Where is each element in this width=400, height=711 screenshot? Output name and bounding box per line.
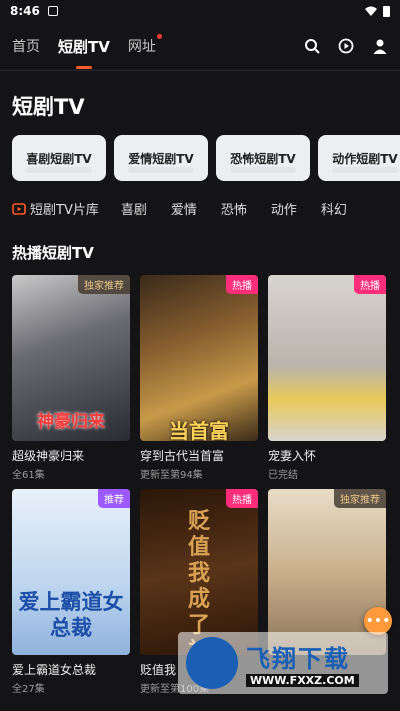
play-history-icon[interactable]: [338, 38, 354, 54]
category-library-label: 短剧TV片库: [30, 203, 99, 218]
badge: 推荐: [98, 489, 130, 508]
pill-action[interactable]: 动作短剧TV: [318, 135, 400, 181]
drama-card[interactable]: 热播 宠妻入怀 已完结: [268, 275, 386, 481]
tab-short-drama-tv[interactable]: 短剧TV: [58, 30, 110, 69]
card-episodes: 更新至第94集: [140, 470, 203, 481]
genre-pills: 喜剧短剧TV 爱情短剧TV 恐怖短剧TV 动作短剧TV: [0, 135, 400, 181]
watermark-text: 飞翔下载 WWW.FXXZ.COM: [246, 639, 359, 687]
wifi-icon: [365, 6, 377, 16]
card-title: 穿到古代当首富: [140, 449, 225, 463]
status-bar: 8:46: [0, 0, 400, 22]
card-title: 爱上霸道女总裁: [12, 663, 97, 677]
status-icons: [365, 5, 390, 17]
category-library[interactable]: 短剧TV片库: [12, 199, 99, 218]
watermark: 飞翔下载 WWW.FXXZ.COM: [178, 632, 388, 694]
drama-card[interactable]: 独家推荐 神豪归来 超级神豪归来 全61集: [12, 275, 130, 481]
page-title: 短剧TV: [12, 95, 85, 119]
poster-image: 推荐 爱上霸道女总裁: [12, 489, 130, 655]
card-title: 宠妻入怀: [268, 449, 317, 463]
status-time: 8:46: [10, 4, 40, 18]
card-episodes: 已完结: [268, 470, 298, 481]
poster-image: 热播 贬值我成了神豪: [140, 489, 258, 655]
poster-image: 热播 当首富: [140, 275, 258, 441]
battery-icon: [383, 6, 390, 17]
tab-websites-label: 网址: [127, 39, 156, 55]
tab-websites[interactable]: 网址: [127, 30, 162, 62]
hot-section-title: 热播短剧TV: [12, 244, 94, 262]
notification-icon: [47, 6, 58, 16]
card-title: 超级神豪归来: [12, 449, 85, 463]
tab-home[interactable]: 首页: [12, 30, 40, 62]
pill-comedy[interactable]: 喜剧短剧TV: [12, 135, 106, 181]
poster-title-art: 爱上霸道女总裁: [18, 590, 124, 640]
watermark-logo-icon: [186, 637, 238, 689]
drama-card[interactable]: 热播 当首富 穿到古代当首富 更新至第94集: [140, 275, 258, 481]
toolbar-icons: [304, 38, 388, 54]
user-icon[interactable]: [372, 38, 388, 54]
more-dots-icon: •••: [365, 613, 391, 629]
watermark-title: 飞翔下载: [246, 645, 350, 673]
search-icon[interactable]: [304, 38, 320, 54]
pill-horror[interactable]: 恐怖短剧TV: [216, 135, 310, 181]
card-episodes: 全27集: [12, 684, 45, 695]
category-bar: 短剧TV片库 喜剧 爱情 恐怖 动作 科幻: [0, 181, 400, 218]
poster-title-art: 神豪归来: [37, 412, 105, 432]
category-romance[interactable]: 爱情: [171, 199, 197, 218]
top-navigation: 首页 短剧TV 网址: [0, 22, 400, 70]
drama-card[interactable]: 推荐 爱上霸道女总裁 爱上霸道女总裁 全27集: [12, 489, 130, 695]
badge: 热播: [226, 489, 258, 508]
pill-romance[interactable]: 爱情短剧TV: [114, 135, 208, 181]
badge: 热播: [226, 275, 258, 294]
card-episodes: 全61集: [12, 470, 45, 481]
poster-image: 独家推荐 神豪归来: [12, 275, 130, 441]
poster-title-art: 当首富: [169, 419, 229, 441]
more-options-button[interactable]: •••: [364, 607, 392, 635]
category-scifi[interactable]: 科幻: [321, 199, 347, 218]
badge: 热播: [354, 275, 386, 294]
new-dot-icon: [156, 34, 162, 39]
watermark-url: WWW.FXXZ.COM: [246, 674, 359, 687]
category-comedy[interactable]: 喜剧: [121, 199, 147, 218]
badge: 独家推荐: [78, 275, 130, 294]
category-horror[interactable]: 恐怖: [221, 199, 247, 218]
category-action[interactable]: 动作: [271, 199, 297, 218]
badge: 独家推荐: [334, 489, 386, 508]
poster-image: 热播: [268, 275, 386, 441]
video-library-icon: [12, 202, 26, 215]
